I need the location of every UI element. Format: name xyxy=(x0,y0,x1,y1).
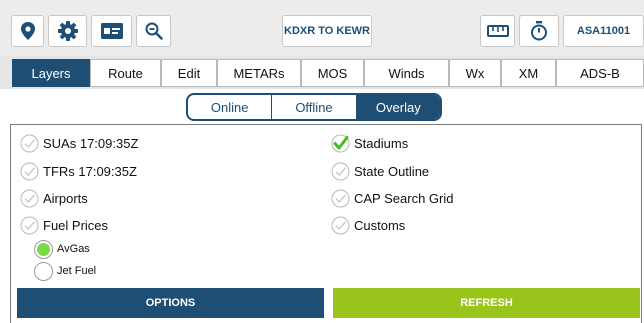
gear-icon xyxy=(57,21,78,41)
layer-option-fuel-prices[interactable]: Fuel Prices xyxy=(20,215,108,235)
id-card-icon xyxy=(100,23,123,39)
tab-route[interactable]: Route xyxy=(90,59,161,87)
fuel-option-label: AvGas xyxy=(57,243,90,255)
tab-adsb[interactable]: ADS-B xyxy=(556,59,644,87)
location-pin-icon xyxy=(20,22,35,40)
layer-label: CAP Search Grid xyxy=(354,190,454,206)
check-icon xyxy=(20,162,39,180)
layer-label: SUAs 17:09:35Z xyxy=(43,135,139,151)
segment-overlay[interactable]: Overlay xyxy=(355,95,440,119)
tab-label: MOS xyxy=(317,65,348,81)
tab-layers[interactable]: Layers xyxy=(12,59,90,87)
fuel-option-label: Jet Fuel xyxy=(57,265,97,277)
layer-option-customs[interactable]: Customs xyxy=(331,215,405,235)
layer-option-tfrs[interactable]: TFRs 17:09:35Z xyxy=(20,161,137,181)
tab-bar: Layers Route Edit METARs MOS Winds Wx XM… xyxy=(0,56,644,89)
radio-unselected xyxy=(34,261,53,281)
measure-button[interactable] xyxy=(480,15,515,47)
layer-option-state-outline[interactable]: State Outline xyxy=(331,161,429,181)
options-button[interactable]: OPTIONS xyxy=(17,288,324,318)
layer-label: Stadiums xyxy=(354,135,409,151)
route-button[interactable]: KDXR TO KEWR xyxy=(282,15,372,47)
tab-metars[interactable]: METARs xyxy=(217,59,301,87)
segment-offline[interactable]: Offline xyxy=(271,95,355,119)
refresh-button[interactable]: REFRESH xyxy=(333,288,640,318)
aircraft-label: ASA11001 xyxy=(576,25,631,37)
fuel-option-jet-fuel[interactable]: Jet Fuel xyxy=(34,261,96,281)
tab-label: Edit xyxy=(177,65,201,81)
zoom-out-icon xyxy=(145,22,163,40)
check-icon xyxy=(20,134,39,152)
tab-label: Layers xyxy=(31,65,71,81)
refresh-label: REFRESH xyxy=(460,297,513,309)
layer-label: Fuel Prices xyxy=(43,217,109,233)
zoom-out-button[interactable] xyxy=(136,15,171,47)
options-label: OPTIONS xyxy=(145,297,196,309)
aircraft-button[interactable]: ASA11001 xyxy=(563,15,644,47)
id-card-button[interactable] xyxy=(91,15,132,47)
check-icon xyxy=(331,134,350,152)
layer-label: State Outline xyxy=(354,163,430,179)
segment-online[interactable]: Online xyxy=(188,95,271,119)
route-label: KDXR TO KEWR xyxy=(284,25,370,37)
tab-label: ADS-B xyxy=(580,65,620,81)
settings-button[interactable] xyxy=(48,15,87,47)
layer-option-airports[interactable]: Airports xyxy=(20,188,88,208)
layer-option-suas[interactable]: SUAs 17:09:35Z xyxy=(20,133,138,153)
ruler-icon xyxy=(486,25,509,37)
tab-xm[interactable]: XM xyxy=(501,59,556,87)
map-source-segmented-control: Online Offline Overlay xyxy=(186,93,442,121)
tab-label: Wx xyxy=(465,65,485,81)
tab-winds[interactable]: Winds xyxy=(364,59,449,87)
check-icon xyxy=(331,216,350,234)
top-toolbar: KDXR TO KEWR ASA11001 xyxy=(0,0,644,56)
tab-edit[interactable]: Edit xyxy=(161,59,217,87)
fuel-option-avgas[interactable]: AvGas xyxy=(34,239,90,259)
location-pin-button[interactable] xyxy=(11,15,44,47)
tab-label: METARs xyxy=(233,65,285,81)
tab-label: Winds xyxy=(388,65,425,81)
layer-option-stadiums[interactable]: Stadiums xyxy=(331,133,408,153)
layer-label: Customs xyxy=(354,217,406,233)
tab-label: Route xyxy=(108,65,143,81)
stopwatch-icon xyxy=(531,21,547,41)
layer-option-cap-search-grid[interactable]: CAP Search Grid xyxy=(331,188,453,208)
check-icon xyxy=(331,189,350,207)
check-icon xyxy=(331,162,350,180)
timer-button[interactable] xyxy=(519,15,559,47)
tab-wx[interactable]: Wx xyxy=(449,59,501,87)
radio-selected xyxy=(34,239,53,259)
check-icon xyxy=(20,216,39,234)
layer-label: Airports xyxy=(43,190,88,206)
tab-label: XM xyxy=(518,65,539,81)
tab-mos[interactable]: MOS xyxy=(301,59,364,87)
layer-label: TFRs 17:09:35Z xyxy=(43,163,137,179)
check-icon xyxy=(20,189,39,207)
